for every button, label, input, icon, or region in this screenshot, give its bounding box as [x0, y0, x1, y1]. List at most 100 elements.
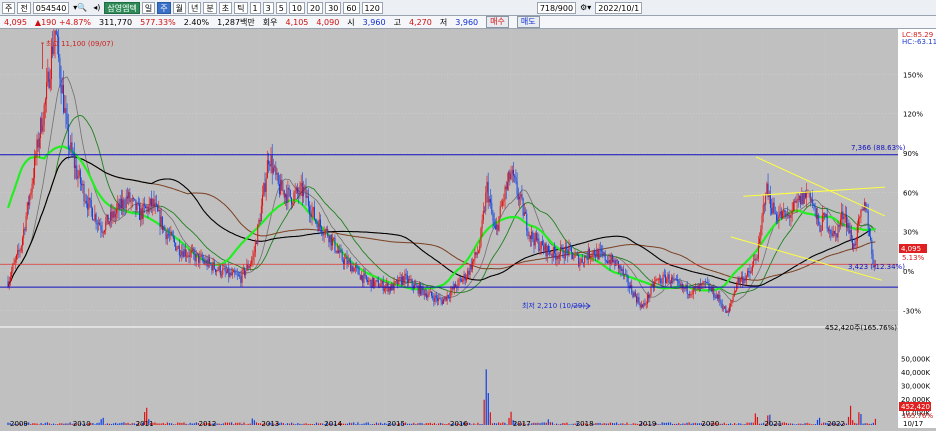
high-price: 4,270: [408, 17, 432, 27]
period-minute[interactable]: 분: [203, 1, 217, 14]
candle-body: [795, 201, 797, 203]
minute-5[interactable]: 5: [275, 1, 287, 14]
minute-10[interactable]: 10: [288, 1, 305, 14]
candle-body: [563, 257, 565, 259]
candle-body: [663, 274, 665, 276]
volume-bar: [249, 423, 251, 425]
open-price: 3,960: [362, 17, 386, 27]
candle-body: [288, 187, 290, 190]
candle-body: [146, 206, 148, 209]
candle-body: [817, 214, 819, 219]
candle-body: [827, 228, 829, 231]
candle-body: [170, 231, 172, 236]
volume-bar: [195, 422, 197, 425]
candle-body: [871, 240, 873, 254]
candle-body: [702, 282, 704, 284]
candle-body: [420, 284, 422, 295]
volume-bar: [48, 423, 51, 425]
candle-body: [854, 243, 856, 246]
candle-body: [69, 148, 71, 150]
candle-body: [164, 226, 166, 231]
minute-1[interactable]: 1: [249, 1, 261, 14]
candle-body: [519, 196, 521, 200]
buy-button[interactable]: 매수: [486, 16, 509, 28]
sell-button[interactable]: 매도: [516, 16, 540, 28]
volume-bar: [698, 423, 701, 425]
market-select[interactable]: 전: [17, 1, 31, 14]
volume-bar: [413, 422, 415, 425]
minute-30[interactable]: 30: [325, 1, 342, 14]
candle-body: [535, 232, 537, 241]
plot-background: [0, 29, 898, 428]
volume-bar: [504, 422, 506, 425]
candle-body: [560, 246, 562, 255]
date-input[interactable]: 2022/10/1: [595, 1, 643, 14]
candle-body: [281, 179, 283, 191]
minute-3[interactable]: 3: [262, 1, 274, 14]
settings-icon[interactable]: ⚙▾: [578, 2, 593, 14]
candle-body: [726, 311, 728, 313]
candle-body: [833, 230, 835, 234]
volume-bar: [170, 423, 173, 425]
volume-bar: [382, 423, 384, 425]
candle-body: [208, 258, 210, 264]
period-year[interactable]: 년: [188, 1, 202, 14]
period-tick[interactable]: 틱: [234, 1, 248, 14]
volume-bar: [510, 411, 512, 425]
speaker-icon[interactable]: ◂): [91, 2, 102, 14]
volume-bar: [353, 422, 355, 425]
candle-body: [599, 249, 601, 251]
candle-body: [569, 245, 571, 248]
candle-body: [655, 279, 657, 282]
volume-bar: [566, 422, 568, 425]
period-day[interactable]: 일: [141, 1, 156, 14]
stock-code-input[interactable]: 054540: [32, 1, 70, 14]
candle-body: [678, 280, 680, 284]
volume-bar: [545, 422, 547, 425]
period-week[interactable]: 주: [157, 1, 171, 14]
count-display[interactable]: 718/900: [536, 1, 577, 14]
candle-body: [129, 192, 131, 202]
chart-area[interactable]: 150% 120% 90% 60% 30% 0% -30% 50,000K 40,000K 30,…: [0, 13, 936, 428]
candle-body: [14, 259, 16, 263]
volume-bar: [92, 423, 94, 425]
period-month[interactable]: 월: [172, 1, 186, 14]
candle-body: [110, 211, 112, 222]
candle-body: [142, 203, 144, 219]
candle-body: [521, 194, 523, 199]
candle-body: [692, 287, 694, 294]
volume-bar: [115, 422, 117, 425]
candle-body: [71, 142, 73, 153]
candle-body: [574, 254, 576, 258]
period-second[interactable]: 초: [218, 1, 233, 14]
search-icon[interactable]: ▾🔍: [71, 2, 89, 14]
minute-120[interactable]: 120: [361, 1, 383, 14]
candle-body: [377, 280, 379, 288]
volume-bar: [852, 420, 854, 425]
chart-type-select[interactable]: 주: [2, 1, 16, 14]
volume-bar: [52, 423, 55, 425]
candle-body: [580, 258, 582, 263]
candle-body: [585, 256, 587, 258]
candle-body: [508, 171, 510, 183]
candle-body: [499, 206, 501, 217]
candle-body: [117, 203, 119, 210]
volume-bar: [624, 424, 626, 425]
candle-body: [543, 245, 545, 251]
minute-20[interactable]: 20: [306, 1, 324, 14]
volume-bar: [284, 424, 287, 425]
candle-body: [829, 230, 831, 231]
candle-body: [771, 207, 773, 214]
candle-body: [91, 208, 93, 220]
candle-body: [50, 46, 52, 80]
candle-body: [510, 173, 512, 180]
candle-body: [751, 265, 753, 272]
volume-bar: [313, 424, 315, 425]
volume-bar: [384, 422, 386, 425]
volume-bar: [485, 369, 487, 425]
volume-bar: [556, 423, 558, 425]
candle-body: [408, 279, 410, 283]
candle-body: [819, 224, 821, 232]
minute-60[interactable]: 60: [343, 1, 360, 14]
stock-name-button[interactable]: 삼영엠텍: [104, 1, 140, 14]
